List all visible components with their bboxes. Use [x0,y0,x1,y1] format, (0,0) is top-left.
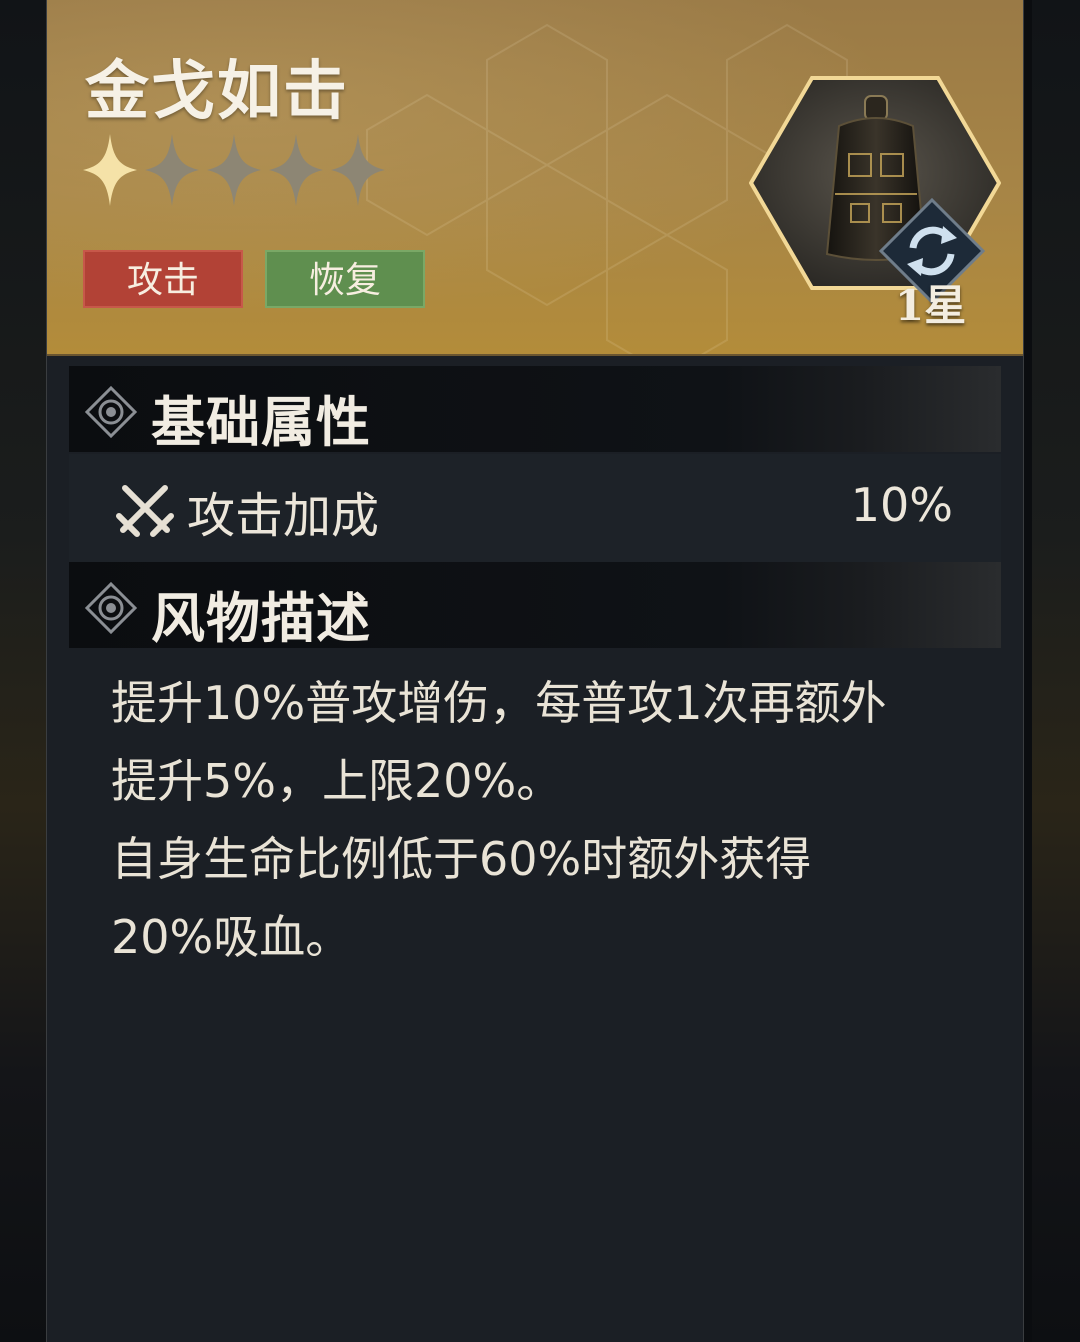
description-line: 20%吸血。 [111,910,352,964]
star-rating [81,132,387,208]
star-empty-icon [267,132,325,208]
crossed-swords-icon [116,485,174,537]
star-level-label: 1星 [895,281,967,330]
star-filled-icon [81,132,139,208]
star-empty-icon [143,132,201,208]
section-title: 风物描述 [151,586,371,650]
star-empty-icon [329,132,387,208]
description-text: 提升10%普攻增伤，每普攻1次再额外 提升5%，上限20%。 自身生命比例低于6… [111,664,971,976]
base-attributes-header: 基础属性 [69,366,1001,454]
description-header: 风物描述 [69,562,1001,650]
diamond-target-icon [85,386,137,438]
background-left [0,0,48,1342]
attribute-value: 10% [850,478,953,532]
description-line: 提升10%普攻增伤，每普攻1次再额外 [111,676,887,730]
description-line: 提升5%，上限20%。 [111,754,563,808]
card-header: 金戈如击 攻击 恢复 1星 [47,0,1023,356]
tag-recover: 恢复 [265,250,425,308]
description-line: 自身生命比例低于60%时额外获得 [111,832,812,886]
diamond-target-icon [85,582,137,634]
section-title: 基础属性 [151,390,371,454]
background-right [1032,0,1080,1342]
attribute-row: 攻击加成 10% [69,454,1001,562]
star-empty-icon [205,132,263,208]
tag-attack: 攻击 [83,250,243,308]
attribute-name: 攻击加成 [187,488,380,544]
tag-list: 攻击 恢复 [83,250,425,308]
relic-detail-card: 金戈如击 攻击 恢复 1星 基础属性 攻击加成 10% 风物描述 提升10%普攻… [46,0,1024,1342]
item-name: 金戈如击 [85,54,349,129]
